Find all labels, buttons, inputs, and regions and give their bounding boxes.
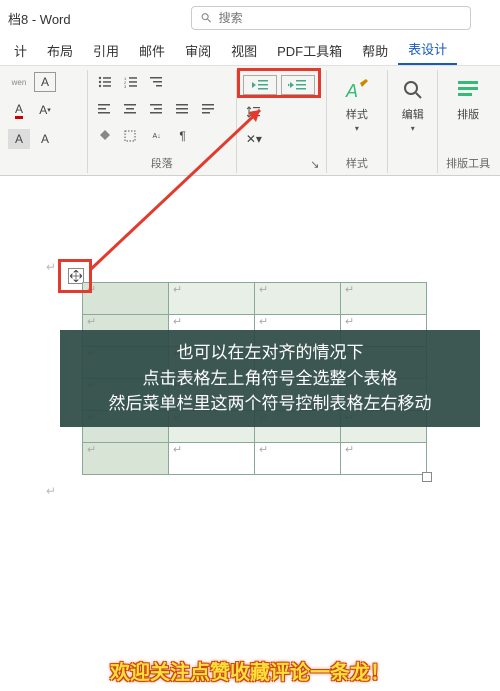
font-group-label xyxy=(8,157,81,171)
styles-gallery-button[interactable]: A 样式 ▾ xyxy=(333,72,382,137)
tab-references[interactable]: 引用 xyxy=(83,36,129,65)
caption-line-3: 然后菜单栏里这两个符号控制表格左右移动 xyxy=(66,391,474,417)
align-center-button[interactable] xyxy=(120,99,142,119)
ribbon-group-font: wen A A A▾ A A xyxy=(2,70,88,173)
table-cell[interactable]: ↵ xyxy=(169,283,255,315)
footer-caption: 欢迎关注点赞收藏评论一条龙！ xyxy=(0,656,500,685)
styles-icon: A xyxy=(343,76,371,104)
tab-pdf-tools[interactable]: PDF工具箱 xyxy=(267,36,352,65)
layout-group-label: 排版工具 xyxy=(444,153,492,171)
svg-text:3: 3 xyxy=(124,84,127,88)
asian-layout-button[interactable]: ✕▾ xyxy=(243,129,265,149)
tab-design[interactable]: 计 xyxy=(4,36,37,65)
layout-label: 排版 xyxy=(457,106,479,122)
char-border-button[interactable]: A xyxy=(34,72,56,92)
search-icon xyxy=(200,11,213,25)
tab-mailings[interactable]: 邮件 xyxy=(129,36,175,65)
ribbon: wen A A A▾ A A 123 A↓ ¶ xyxy=(0,66,500,176)
paragraph-label: 段落 xyxy=(94,153,230,171)
layout-icon xyxy=(454,76,482,104)
search-box[interactable] xyxy=(191,6,471,30)
styles-group-label: 样式 xyxy=(333,153,382,171)
layout-tools-button[interactable]: 排版 xyxy=(444,72,492,126)
table-resize-handle[interactable] xyxy=(422,472,432,482)
increase-indent-button[interactable] xyxy=(281,75,315,95)
title-bar: 档8 - Word xyxy=(0,0,500,36)
sort-button[interactable]: A↓ xyxy=(146,126,168,146)
ribbon-group-indent: ✕▾ ↘ xyxy=(237,70,327,173)
para-mark: ↵ xyxy=(46,260,56,274)
char-circle-button[interactable]: A▾ xyxy=(34,100,56,120)
edit-label: 编辑 xyxy=(402,106,424,122)
move-icon xyxy=(70,270,82,282)
tab-review[interactable]: 审阅 xyxy=(175,36,221,65)
bullets-button[interactable] xyxy=(94,72,116,92)
table-cell[interactable]: ↵ xyxy=(255,443,341,475)
borders-button[interactable] xyxy=(120,126,142,146)
table-cell[interactable]: ↵ xyxy=(169,443,255,475)
decrease-indent-button[interactable] xyxy=(243,75,277,95)
edit-button[interactable]: 编辑 ▾ xyxy=(394,72,431,137)
ribbon-group-layout-tools: 排版 排版工具 xyxy=(438,70,498,173)
table-cell[interactable]: ↵ xyxy=(255,283,341,315)
line-spacing-button[interactable] xyxy=(243,102,265,122)
align-left-button[interactable] xyxy=(94,99,116,119)
phonetic-guide-button[interactable]: wen xyxy=(8,72,30,92)
table-cell[interactable]: ↵ xyxy=(341,283,427,315)
tab-help[interactable]: 帮助 xyxy=(352,36,398,65)
caption-line-2: 点击表格左上角符号全选整个表格 xyxy=(66,366,474,392)
ribbon-group-paragraph: 123 A↓ ¶ 段落 xyxy=(88,70,237,173)
ribbon-group-edit: 编辑 ▾ xyxy=(388,70,438,173)
styles-label: 样式 xyxy=(346,106,368,122)
search-input[interactable] xyxy=(219,11,462,25)
distribute-button[interactable] xyxy=(198,99,220,119)
numbering-button[interactable]: 123 xyxy=(120,72,142,92)
shading-button[interactable] xyxy=(94,126,116,146)
document-area: ↵ ↵↵↵↵ ↵↵↵↵ ↵↵↵↵ ↵↵↵↵ ↵↵↵↵ ↵↵↵↵ ↵ xyxy=(0,176,500,691)
table-row: ↵↵↵↵ xyxy=(83,283,427,315)
footer-text: 欢迎关注点赞收藏评论一条龙！ xyxy=(110,662,390,684)
instruction-caption: 也可以在左对齐的情况下 点击表格左上角符号全选整个表格 然后菜单栏里这两个符号控… xyxy=(60,330,480,427)
indent-group-arrow[interactable]: ↘ xyxy=(243,156,320,171)
tab-layout[interactable]: 布局 xyxy=(37,36,83,65)
multilevel-list-button[interactable] xyxy=(146,72,168,92)
font-color-button[interactable]: A xyxy=(8,100,30,120)
find-icon xyxy=(399,76,427,104)
show-marks-button[interactable]: ¶ xyxy=(172,126,194,146)
para-mark: ↵ xyxy=(46,484,56,498)
table-row: ↵↵↵↵ xyxy=(83,443,427,475)
ribbon-tabs: 计 布局 引用 邮件 审阅 视图 PDF工具箱 帮助 表设计 xyxy=(0,36,500,66)
caption-line-1: 也可以在左对齐的情况下 xyxy=(66,340,474,366)
justify-button[interactable] xyxy=(172,99,194,119)
table-cell[interactable]: ↵ xyxy=(83,443,169,475)
table-cell[interactable]: ↵ xyxy=(341,443,427,475)
char-shading-button[interactable]: A xyxy=(8,129,30,149)
table-cell[interactable]: ↵ xyxy=(83,283,169,315)
tab-view[interactable]: 视图 xyxy=(221,36,267,65)
enclose-char-button[interactable]: A xyxy=(34,129,56,149)
ribbon-group-styles: A 样式 ▾ 样式 xyxy=(327,70,389,173)
svg-text:A: A xyxy=(345,81,358,101)
align-right-button[interactable] xyxy=(146,99,168,119)
doc-title: 档8 - Word xyxy=(8,9,71,28)
tab-table-design[interactable]: 表设计 xyxy=(398,34,457,65)
